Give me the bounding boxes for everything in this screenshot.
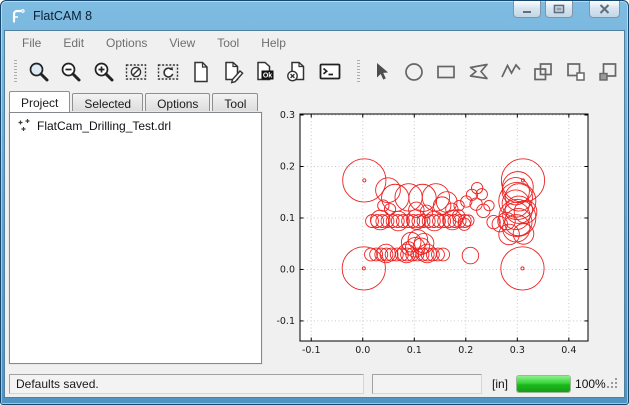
select-tool-button[interactable]	[368, 57, 396, 86]
client-area: File Edit Options View Tool Help	[4, 30, 625, 398]
zoom-fit-button[interactable]	[25, 57, 53, 86]
zoom-fit-icon	[27, 60, 51, 84]
svg-text:-0.1: -0.1	[276, 316, 295, 327]
units-label: [in]	[492, 377, 508, 391]
status-message-panel: Defaults saved.	[9, 374, 364, 394]
minimize-button[interactable]	[513, 1, 541, 18]
toolbar-drag-handle[interactable]	[13, 60, 18, 84]
edit-geometry-button[interactable]	[219, 57, 247, 86]
add-circle-icon	[402, 60, 426, 84]
flatcam-window: FlatCAM 8 File Edit Options View Tool He…	[0, 0, 629, 405]
new-project-button[interactable]	[186, 57, 214, 86]
menu-edit[interactable]: Edit	[52, 32, 95, 54]
polygon-union-icon	[531, 60, 555, 84]
tree-item-drill-file[interactable]: FlatCam_Drilling_Test.drl	[10, 113, 261, 133]
progress-bar	[516, 375, 571, 393]
shell-icon	[318, 60, 342, 84]
editor-toolbar-drag-handle[interactable]	[356, 60, 361, 84]
close-button[interactable]	[589, 1, 620, 18]
resize-grip[interactable]	[606, 377, 620, 397]
polygon-move-button[interactable]	[562, 57, 590, 86]
delete-object-icon	[285, 60, 309, 84]
edit-geometry-icon	[221, 60, 245, 84]
flatcam-logo-icon	[10, 8, 26, 24]
menu-file[interactable]: File	[11, 32, 52, 54]
tab-project[interactable]: Project	[9, 91, 70, 112]
polygon-copy-icon	[596, 60, 620, 84]
polygon-copy-button[interactable]	[594, 57, 622, 86]
project-tree[interactable]: FlatCam_Drilling_Test.drl	[9, 112, 262, 364]
new-project-icon	[189, 60, 213, 84]
status-empty-panel	[372, 374, 482, 394]
menu-tool[interactable]: Tool	[206, 32, 250, 54]
svg-text:0.0: 0.0	[355, 345, 370, 356]
add-rectangle-icon	[434, 60, 458, 84]
plot-figure: -0.1 0.0 0.1 0.2 0.3 0.4 -0.1 0.0 0.1 0.2 0.3	[263, 89, 619, 372]
add-polygon-icon	[467, 60, 491, 84]
add-rectangle-button[interactable]	[432, 57, 460, 86]
plot-svg[interactable]: -0.1 0.0 0.1 0.2 0.3 0.4 -0.1 0.0 0.1 0.2 0.3	[263, 89, 619, 372]
add-path-icon	[499, 60, 523, 84]
progress-percent-label: 100%	[575, 377, 606, 391]
status-message: Defaults saved.	[16, 377, 99, 391]
add-circle-button[interactable]	[400, 57, 428, 86]
select-tool-icon	[370, 60, 394, 84]
svg-text:0.2: 0.2	[458, 345, 473, 356]
polygon-move-icon	[564, 60, 588, 84]
menu-options[interactable]: Options	[95, 32, 158, 54]
svg-text:0.3: 0.3	[510, 345, 525, 356]
progress-fill	[517, 376, 570, 392]
svg-text:0.1: 0.1	[407, 345, 422, 356]
drill-marks-icon	[16, 118, 31, 133]
add-polygon-button[interactable]	[465, 57, 493, 86]
titlebar[interactable]: FlatCAM 8	[1, 1, 628, 30]
update-geometry-button[interactable]: Ok	[251, 57, 279, 86]
window-title: FlatCAM 8	[33, 9, 92, 23]
svg-text:0.3: 0.3	[280, 110, 295, 121]
replot-button[interactable]	[154, 57, 182, 86]
svg-text:0.1: 0.1	[280, 213, 295, 224]
toolbar: Ok	[5, 55, 624, 88]
tree-item-label: FlatCam_Drilling_Test.drl	[37, 119, 171, 133]
svg-text:-0.1: -0.1	[302, 345, 321, 356]
menu-view[interactable]: View	[158, 32, 206, 54]
tab-tool[interactable]: Tool	[212, 93, 258, 112]
svg-text:0.0: 0.0	[280, 264, 295, 275]
shell-button[interactable]	[316, 57, 344, 86]
svg-text:0.2: 0.2	[280, 162, 295, 173]
zoom-in-icon	[92, 60, 116, 84]
svg-text:0.4: 0.4	[561, 345, 576, 356]
tab-selected[interactable]: Selected	[72, 93, 143, 112]
statusbar: Defaults saved. [in] 100%	[5, 371, 624, 397]
svg-text:Ok: Ok	[263, 72, 272, 79]
polygon-union-button[interactable]	[529, 57, 557, 86]
maximize-button[interactable]	[545, 1, 573, 18]
menubar: File Edit Options View Tool Help	[5, 31, 624, 55]
clear-plot-icon	[124, 60, 148, 84]
tab-options[interactable]: Options	[145, 93, 210, 112]
update-geometry-icon: Ok	[253, 60, 277, 84]
clear-plot-button[interactable]	[122, 57, 150, 86]
add-path-button[interactable]	[497, 57, 525, 86]
sidebar-tabs: Project Selected Options Tool	[9, 91, 260, 112]
delete-object-button[interactable]	[283, 57, 311, 86]
menu-help[interactable]: Help	[250, 32, 297, 54]
replot-icon	[156, 60, 180, 84]
zoom-in-button[interactable]	[89, 57, 117, 86]
zoom-out-icon	[59, 60, 83, 84]
zoom-out-button[interactable]	[57, 57, 85, 86]
